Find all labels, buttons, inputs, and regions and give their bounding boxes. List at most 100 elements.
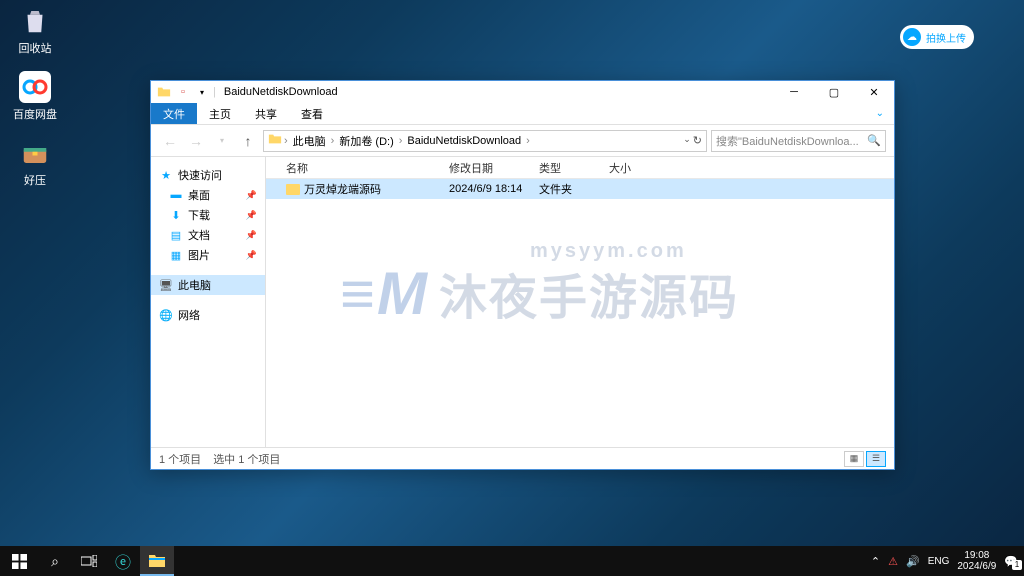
desktop-icon-label: 百度网盘 xyxy=(13,106,57,122)
column-headers: 名称 修改日期 类型 大小 xyxy=(266,157,894,179)
view-details-button[interactable]: ☰ xyxy=(866,451,886,467)
titlebar[interactable]: ▫ ▾ | BaiduNetdiskDownload ─ ▢ ✕ xyxy=(151,81,894,103)
explorer-window: ▫ ▾ | BaiduNetdiskDownload ─ ▢ ✕ 文件 主页 共… xyxy=(150,80,895,470)
properties-icon[interactable]: ▫ xyxy=(175,84,191,100)
status-selected-count: 选中 1 个项目 xyxy=(213,451,280,467)
folder-icon xyxy=(268,132,282,149)
tray-volume-icon[interactable]: 🔊 xyxy=(906,555,920,568)
taskbar: ⌕ ⓔ ⌃ ⚠ 🔊 ENG 19:08 2024/6/9 💬 xyxy=(0,546,1024,576)
sidebar-quick-access[interactable]: ★ 快速访问 xyxy=(151,165,265,185)
start-button[interactable] xyxy=(0,546,38,576)
tray-network-icon[interactable]: ⚠ xyxy=(888,555,898,568)
nav-forward-button[interactable]: → xyxy=(185,130,207,152)
taskbar-ie-button[interactable]: ⓔ xyxy=(106,546,140,576)
sidebar-label: 文档 xyxy=(188,227,210,243)
taskbar-clock[interactable]: 19:08 2024/6/9 xyxy=(957,550,996,572)
address-bar: ← → ▾ ↑ › 此电脑 › 新加卷 (D:) › BaiduNetdiskD… xyxy=(151,125,894,157)
sidebar-label: 此电脑 xyxy=(178,277,211,293)
column-header-name[interactable]: 名称 xyxy=(266,160,441,176)
pin-icon: 📌 xyxy=(246,190,257,201)
sidebar-label: 图片 xyxy=(188,247,210,263)
taskbar-explorer-button[interactable] xyxy=(140,546,174,576)
tray-chevron-up-icon[interactable]: ⌃ xyxy=(871,555,880,568)
status-item-count: 1 个项目 xyxy=(159,451,201,467)
refresh-icon[interactable]: ↻ xyxy=(693,134,702,147)
sidebar-label: 快速访问 xyxy=(178,167,222,183)
chevron-right-icon[interactable]: › xyxy=(284,135,288,147)
search-icon[interactable]: 🔍 xyxy=(867,134,881,147)
desktop-icon-recycle-bin[interactable]: 回收站 xyxy=(5,5,65,56)
status-bar: 1 个项目 选中 1 个项目 ▦ ☰ xyxy=(151,447,894,469)
chevron-right-icon[interactable]: › xyxy=(399,135,403,147)
star-icon: ★ xyxy=(159,168,173,182)
desktop-icon-baidu-netdisk[interactable]: 百度网盘 xyxy=(5,71,65,122)
breadcrumb-segment[interactable]: BaiduNetdiskDownload xyxy=(404,135,524,147)
breadcrumb-segment[interactable]: 新加卷 (D:) xyxy=(336,133,396,149)
window-title: BaiduNetdiskDownload xyxy=(224,86,338,98)
sidebar-item-pictures[interactable]: ▦ 图片 📌 xyxy=(151,245,265,265)
taskbar-task-view-button[interactable] xyxy=(72,546,106,576)
desktop-icon-label: 好压 xyxy=(24,172,46,188)
sidebar-this-pc[interactable]: 🖥 此电脑 xyxy=(151,275,265,295)
search-input[interactable]: 搜索"BaiduNetdiskDownloa... 🔍 xyxy=(711,130,886,152)
minimize-button[interactable]: ─ xyxy=(774,81,814,103)
file-name: 万灵焯龙端源码 xyxy=(304,181,381,197)
ribbon-expand-icon[interactable]: ⌄ xyxy=(876,108,894,119)
sidebar-label: 下载 xyxy=(188,207,210,223)
baidu-netdisk-icon xyxy=(19,71,51,103)
tab-home[interactable]: 主页 xyxy=(197,103,243,124)
sidebar-item-downloads[interactable]: ⬇ 下载 📌 xyxy=(151,205,265,225)
tab-file[interactable]: 文件 xyxy=(151,103,197,124)
folder-icon xyxy=(156,84,172,100)
column-header-date[interactable]: 修改日期 xyxy=(441,160,531,176)
breadcrumb-segment[interactable]: 此电脑 xyxy=(290,133,329,149)
pin-icon: 📌 xyxy=(246,230,257,241)
tab-share[interactable]: 共享 xyxy=(243,103,289,124)
close-button[interactable]: ✕ xyxy=(854,81,894,103)
sidebar-item-desktop[interactable]: ▬ 桌面 📌 xyxy=(151,185,265,205)
pictures-icon: ▦ xyxy=(169,248,183,262)
file-type: 文件夹 xyxy=(531,181,601,197)
pin-icon: 📌 xyxy=(246,250,257,261)
chevron-right-icon[interactable]: › xyxy=(331,135,335,147)
search-placeholder: 搜索"BaiduNetdiskDownloa... xyxy=(716,133,859,149)
qat-dropdown-icon[interactable]: ▾ xyxy=(194,84,210,100)
desktop-icon-haozip[interactable]: 好压 xyxy=(5,137,65,188)
sidebar: ★ 快速访问 ▬ 桌面 📌 ⬇ 下载 📌 ▤ 文档 📌 xyxy=(151,157,266,447)
desktop-icons: 回收站 百度网盘 好压 xyxy=(5,5,65,188)
quick-access-toolbar: ▫ ▾ | xyxy=(156,84,216,100)
tab-view[interactable]: 查看 xyxy=(289,103,335,124)
file-rows[interactable]: 万灵焯龙端源码 2024/6/9 18:14 文件夹 xyxy=(266,179,894,447)
sidebar-item-documents[interactable]: ▤ 文档 📌 xyxy=(151,225,265,245)
window-controls: ─ ▢ ✕ xyxy=(774,81,894,103)
desktop-icon-label: 回收站 xyxy=(19,40,52,56)
view-thumbnails-button[interactable]: ▦ xyxy=(844,451,864,467)
path-dropdown-icon[interactable]: ⌄ xyxy=(683,134,691,147)
haozip-icon xyxy=(19,137,51,169)
upload-badge-label: 拍换上传 xyxy=(926,30,966,45)
maximize-button[interactable]: ▢ xyxy=(814,81,854,103)
document-icon: ▤ xyxy=(169,228,183,242)
notification-icon[interactable]: 💬 xyxy=(1004,555,1018,568)
file-row[interactable]: 万灵焯龙端源码 2024/6/9 18:14 文件夹 xyxy=(266,179,894,199)
file-date: 2024/6/9 18:14 xyxy=(441,183,531,195)
taskbar-date: 2024/6/9 xyxy=(957,561,996,572)
breadcrumb[interactable]: › 此电脑 › 新加卷 (D:) › BaiduNetdiskDownload … xyxy=(263,130,707,152)
nav-back-button[interactable]: ← xyxy=(159,130,181,152)
ribbon-tabs: 文件 主页 共享 查看 ⌄ xyxy=(151,103,894,125)
tray-language[interactable]: ENG xyxy=(928,556,950,567)
recycle-bin-icon xyxy=(19,5,51,37)
nav-up-button[interactable]: ↑ xyxy=(237,130,259,152)
chevron-right-icon[interactable]: › xyxy=(526,135,530,147)
sidebar-network[interactable]: 🌐 网络 xyxy=(151,305,265,325)
column-header-size[interactable]: 大小 xyxy=(601,160,661,176)
cloud-icon: ☁ xyxy=(903,28,921,46)
upload-badge[interactable]: ☁ 拍换上传 xyxy=(900,25,974,49)
folder-icon xyxy=(286,184,300,195)
column-header-type[interactable]: 类型 xyxy=(531,160,601,176)
system-tray: ⌃ ⚠ 🔊 ENG 19:08 2024/6/9 💬 xyxy=(871,550,1024,572)
download-icon: ⬇ xyxy=(169,208,183,222)
nav-recent-dropdown[interactable]: ▾ xyxy=(211,130,233,152)
taskbar-search-button[interactable]: ⌕ xyxy=(38,546,72,576)
sidebar-label: 网络 xyxy=(178,307,200,323)
